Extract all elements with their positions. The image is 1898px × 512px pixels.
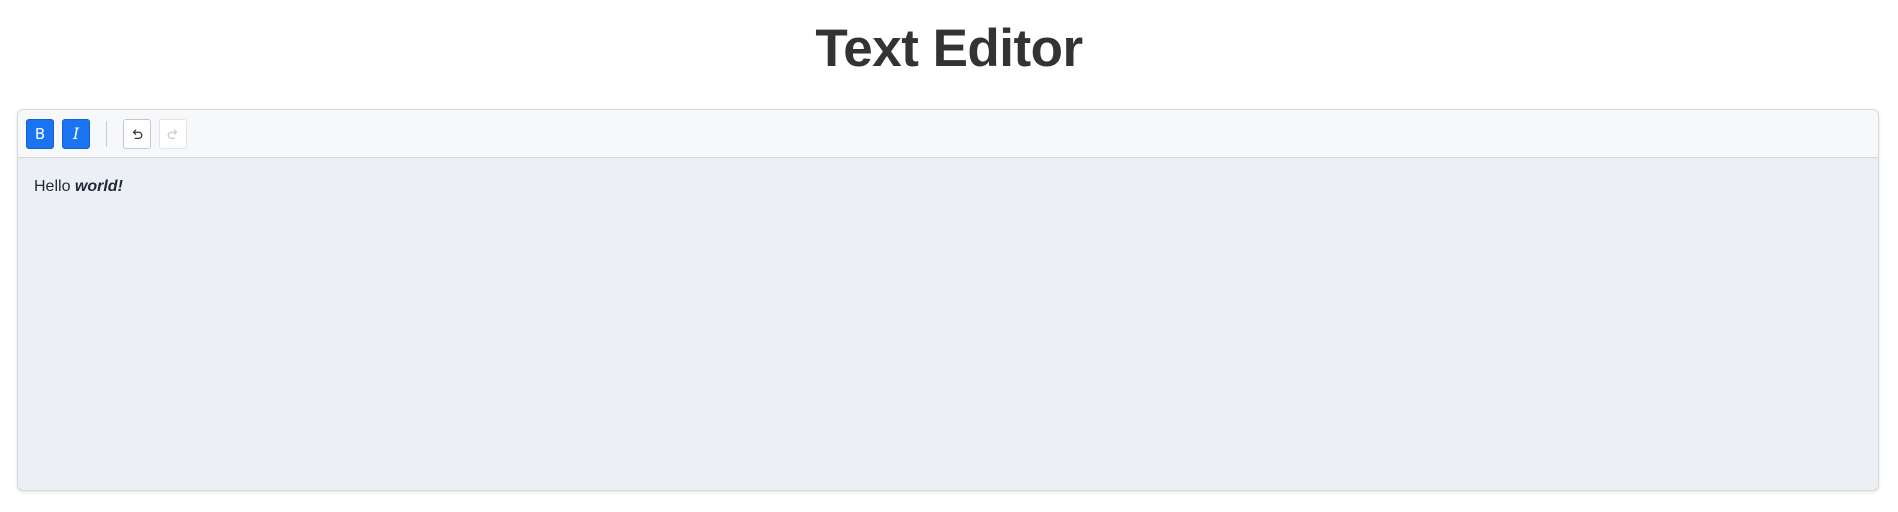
undo-icon: [132, 128, 143, 139]
bold-button[interactable]: B: [26, 118, 54, 149]
italic-icon: I: [72, 124, 80, 143]
redo-button[interactable]: [159, 118, 187, 149]
undo-button[interactable]: [123, 118, 151, 149]
page-title: Text Editor: [815, 19, 1083, 78]
editor-text-bold-italic: world!: [74, 178, 123, 195]
text-editor: B I Hello world!: [17, 109, 1879, 491]
editor-toolbar: B I: [18, 110, 1878, 158]
bold-icon: B: [34, 124, 46, 143]
toolbar-divider: [106, 120, 107, 147]
redo-icon: [167, 128, 178, 139]
editor-text-plain: Hello: [34, 178, 75, 195]
editor-content[interactable]: Hello world!: [18, 158, 1878, 216]
italic-button[interactable]: I: [62, 118, 90, 149]
